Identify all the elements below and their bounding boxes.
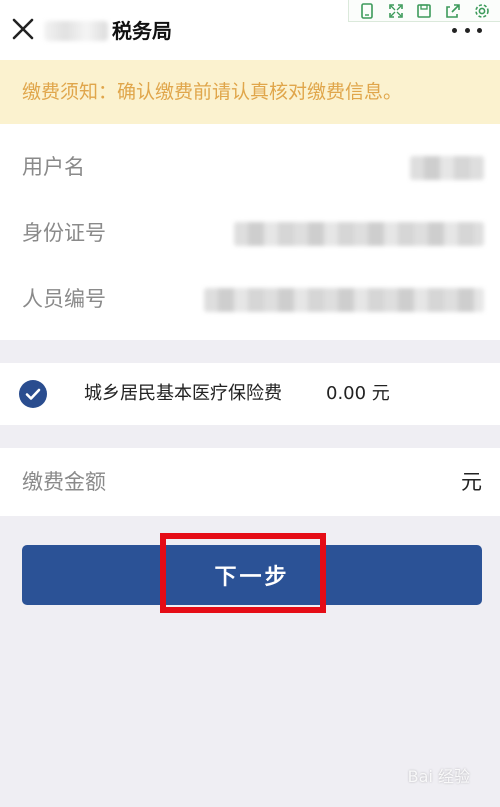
username-label: 用户名 — [22, 155, 85, 179]
navigation-bar: 税务局 — [0, 0, 500, 60]
share-icon[interactable] — [444, 2, 462, 20]
personal-info-card: 用户名 身份证号 人员编号 — [0, 124, 500, 340]
total-amount-row: 缴费金额 元 — [0, 448, 500, 516]
person-number-label: 人员编号 — [22, 287, 106, 311]
page-title: 税务局 — [44, 16, 172, 46]
checkmark-icon[interactable] — [19, 380, 47, 408]
save-icon[interactable] — [415, 2, 433, 20]
close-icon[interactable] — [8, 14, 38, 44]
browser-toolbar — [348, 0, 500, 22]
payment-item-name: 城乡居民基本医疗保险费 — [84, 383, 282, 404]
annotation-highlight-box — [160, 533, 326, 613]
page-title-text: 税务局 — [112, 19, 172, 43]
id-number-label: 身份证号 — [22, 221, 106, 245]
payment-item-amount: 0.00 元 — [326, 383, 390, 404]
person-number-masked-value — [204, 288, 484, 312]
settings-icon[interactable] — [473, 2, 491, 20]
id-number-masked-value — [234, 222, 484, 246]
payment-notice: 缴费须知：确认缴费前请认真核对缴费信息。 — [0, 60, 500, 124]
phone-icon[interactable] — [358, 2, 376, 20]
total-amount-unit: 元 — [461, 470, 482, 494]
watermark: Bai 经验 — [407, 767, 470, 786]
blurred-region-name — [44, 21, 108, 41]
total-amount-label: 缴费金额 — [22, 470, 106, 494]
username-masked-value — [410, 156, 484, 180]
expand-icon[interactable] — [387, 2, 405, 20]
payment-item-row[interactable]: 城乡居民基本医疗保险费 0.00 元 — [0, 363, 500, 425]
